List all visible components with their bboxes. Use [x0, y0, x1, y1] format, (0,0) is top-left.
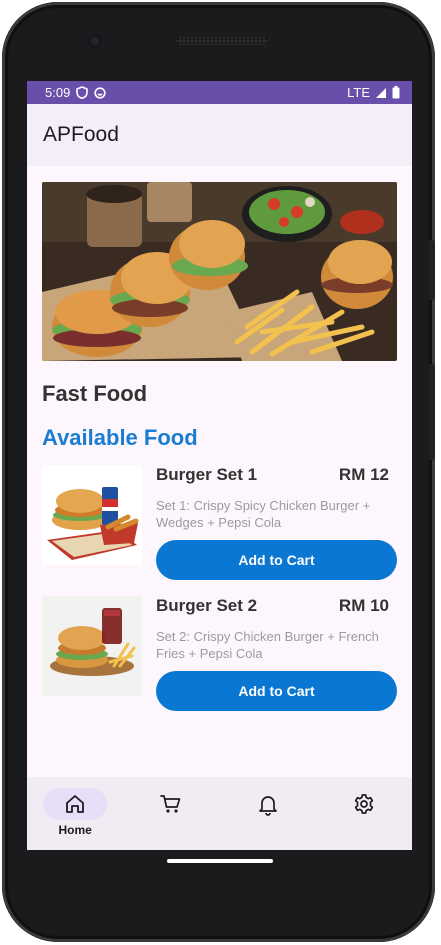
nav-active-indicator — [43, 788, 108, 820]
sync-icon — [94, 86, 106, 99]
nav-item-home[interactable]: Home — [43, 788, 108, 837]
nav-label-home: Home — [58, 823, 92, 837]
status-time: 5:09 — [45, 85, 71, 100]
food-name: Burger Set 1 — [156, 465, 258, 484]
food-card: Burger Set 2 RM 10 Set 2: Crispy Chicken… — [42, 596, 397, 711]
home-icon — [66, 795, 85, 813]
battery-icon — [392, 86, 400, 99]
category-title: Fast Food — [42, 381, 148, 406]
bell-icon — [258, 796, 277, 816]
food-price: RM 12 — [338, 465, 389, 484]
app-title: APFood — [43, 123, 119, 146]
nav-item-notifications[interactable] — [236, 788, 300, 820]
food-description: Set 1: Crispy Spicy Chicken Burger + Wed… — [156, 498, 371, 530]
food-details: Burger Set 2 RM 10 Set 2: Crispy Chicken… — [156, 596, 397, 711]
add-to-cart-button[interactable]: Add to Cart — [156, 671, 397, 711]
status-bar: 5:09 LTE — [27, 81, 412, 104]
food-description: Set 2: Crispy Chicken Burger + French Fr… — [156, 629, 379, 661]
food-header: Burger Set 2 RM 10 — [156, 596, 397, 616]
food-price: RM 10 — [338, 596, 389, 615]
volume-button — [429, 364, 435, 460]
screen: 5:09 LTE APFood Fast Food Available Food… — [27, 81, 412, 850]
add-to-cart-button[interactable]: Add to Cart — [156, 540, 397, 580]
earpiece-speaker — [176, 37, 268, 45]
section-title: Available Food — [42, 425, 198, 450]
cart-icon — [160, 795, 181, 813]
phone-frame: 5:09 LTE APFood Fast Food Available Food… — [2, 2, 435, 942]
gear-icon — [354, 794, 374, 814]
fast-food-hero-image — [42, 182, 397, 361]
power-button — [429, 240, 435, 300]
nav-item-cart[interactable] — [139, 788, 203, 820]
signal-icon — [376, 87, 386, 98]
main-content: Fast Food Available Food Burger Set 1 RM… — [27, 166, 412, 711]
food-details: Burger Set 1 RM 12 Set 1: Crispy Spicy C… — [156, 465, 397, 580]
food-name: Burger Set 2 — [156, 596, 258, 615]
shield-icon — [76, 86, 89, 99]
burger-set-1-image — [42, 465, 142, 565]
app-bar: APFood — [27, 104, 412, 166]
food-card: Burger Set 1 RM 12 Set 1: Crispy Spicy C… — [42, 465, 397, 580]
food-header: Burger Set 1 RM 12 — [156, 465, 397, 485]
nav-item-settings[interactable] — [332, 788, 396, 820]
gesture-navigation-bar[interactable] — [167, 859, 273, 863]
front-camera — [88, 34, 102, 48]
network-type: LTE — [347, 85, 370, 100]
bottom-navigation: Home — [27, 777, 412, 850]
burger-set-2-image — [42, 596, 142, 696]
